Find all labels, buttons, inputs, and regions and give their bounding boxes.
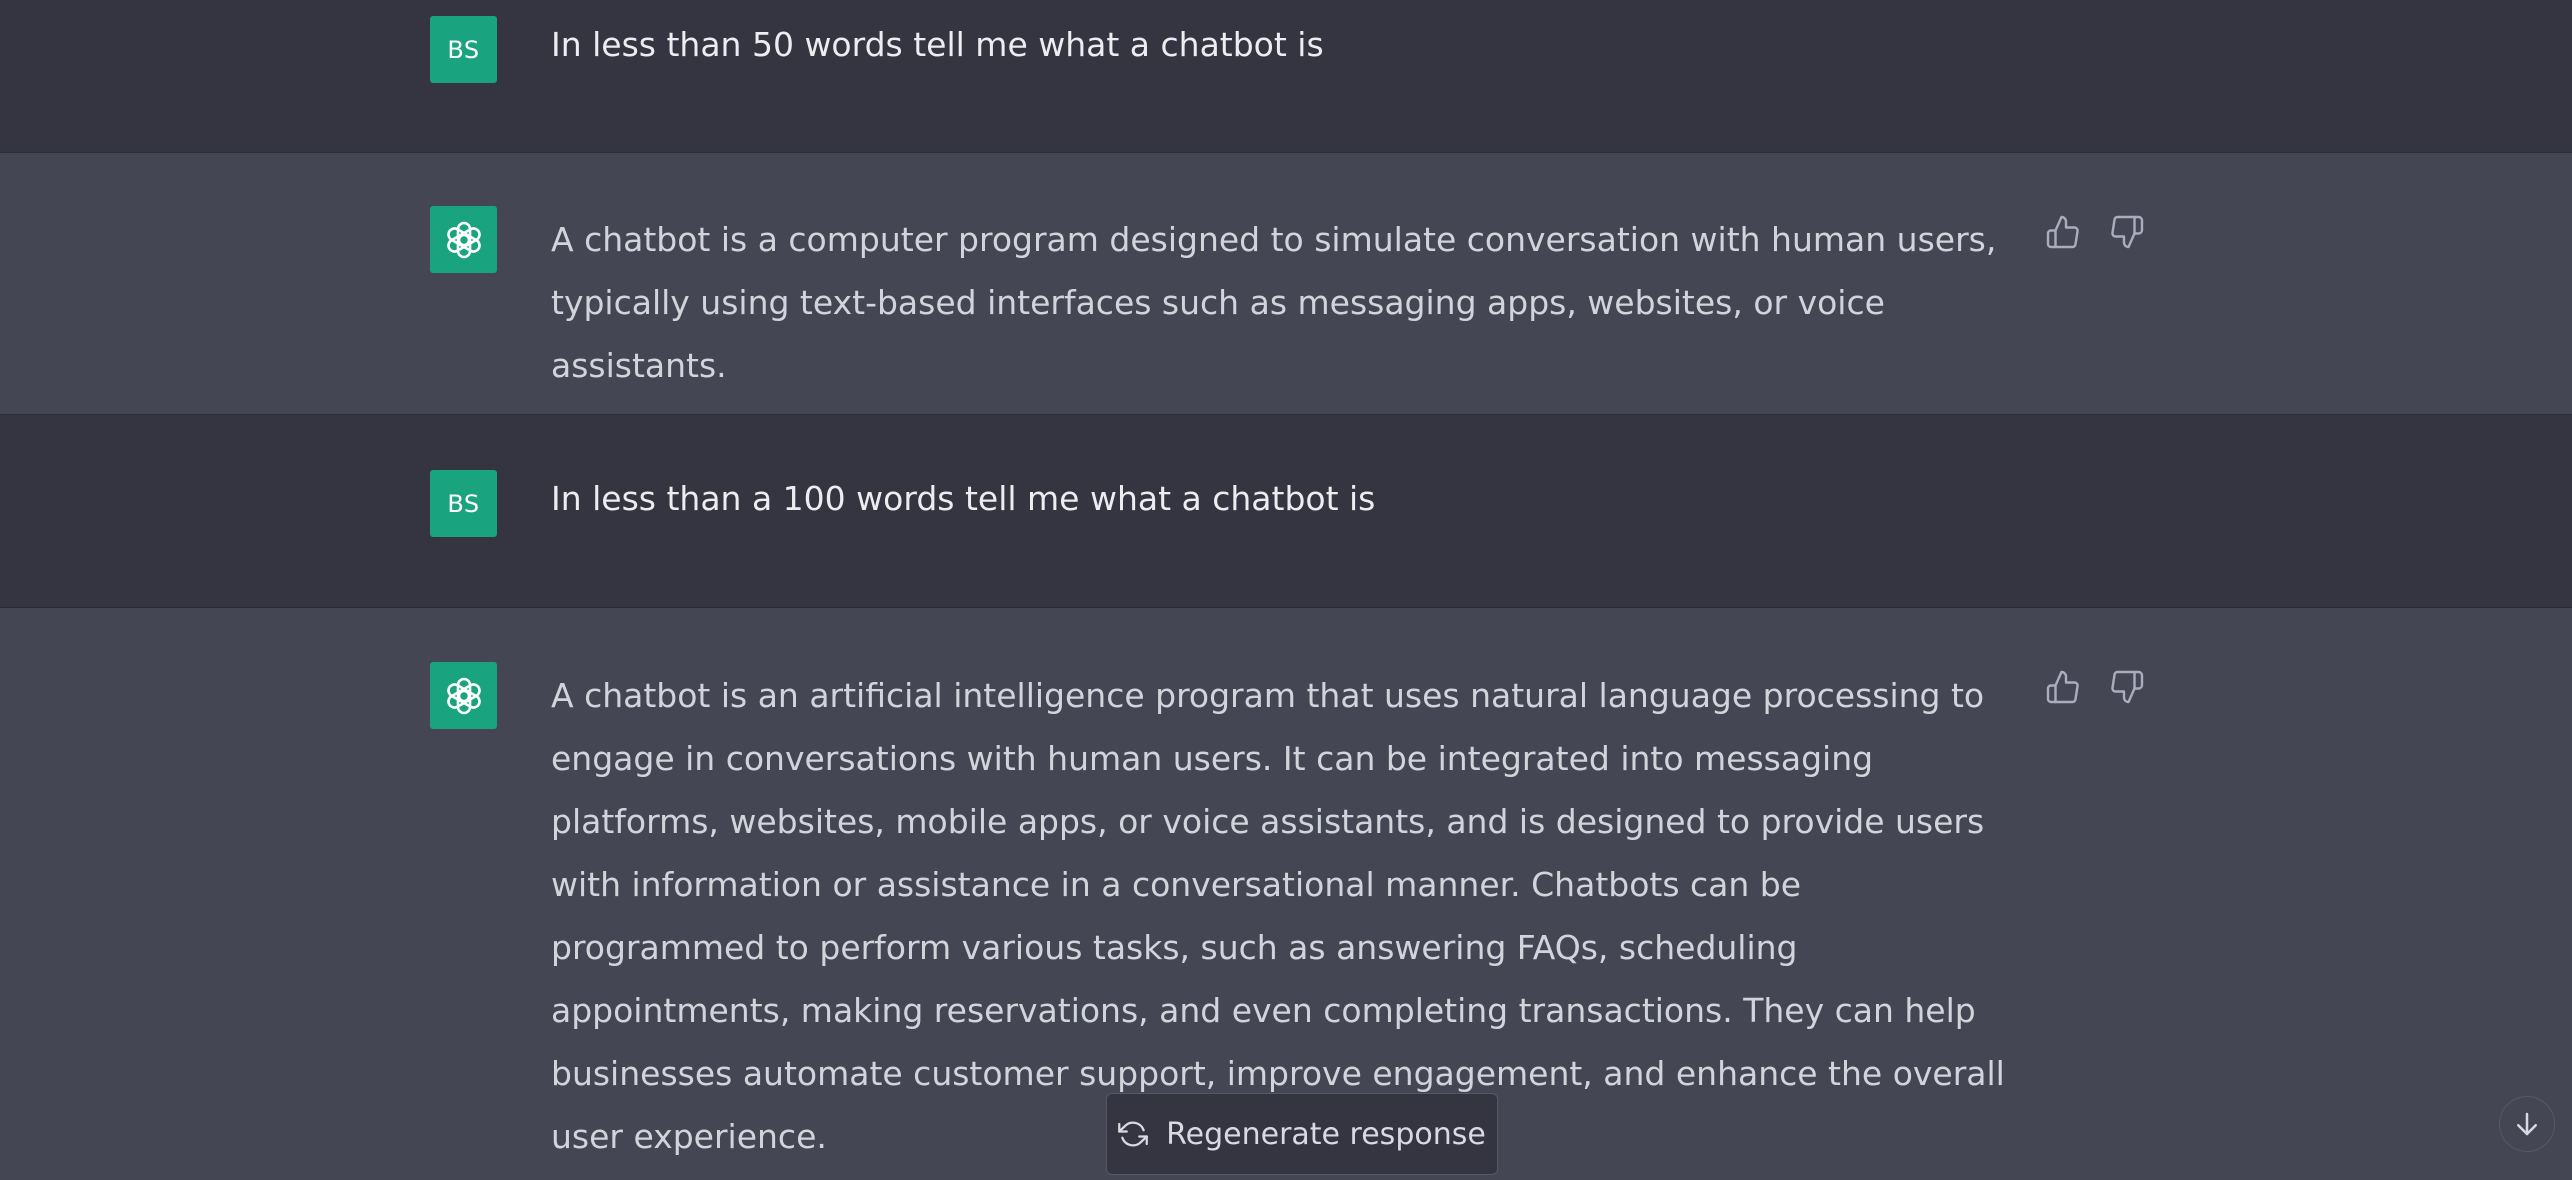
thumbs-up-icon: [2046, 215, 2079, 249]
scroll-to-bottom-button[interactable]: [2499, 1096, 2555, 1152]
thumbs-up-icon: [2046, 670, 2079, 704]
thumbs-down-button[interactable]: [2108, 668, 2146, 706]
user-avatar-initials: BS: [447, 35, 480, 64]
chat-app: BS In less than 50 words tell me what a …: [0, 0, 2572, 1180]
assistant-avatar: [430, 662, 497, 729]
user-message-1: BS In less than 50 words tell me what a …: [0, 0, 2572, 153]
openai-logo-icon: [446, 221, 481, 258]
user-message-text: In less than a 100 words tell me what a …: [551, 479, 1376, 518]
refresh-icon: [1118, 1121, 1149, 1147]
feedback-buttons: [2044, 213, 2146, 251]
arrow-down-icon: [2517, 1112, 2537, 1136]
user-message-text: In less than 50 words tell me what a cha…: [551, 25, 1324, 64]
feedback-buttons: [2044, 668, 2146, 706]
thumbs-down-icon: [2111, 215, 2144, 249]
regenerate-response-button[interactable]: Regenerate response: [1106, 1093, 1498, 1175]
openai-logo-icon: [446, 677, 481, 714]
thumbs-down-button[interactable]: [2108, 213, 2146, 251]
thumbs-down-icon: [2111, 670, 2144, 704]
thumbs-up-button[interactable]: [2044, 213, 2082, 251]
user-message-2: BS In less than a 100 words tell me what…: [0, 415, 2572, 608]
assistant-message-text: A chatbot is a computer program designed…: [551, 220, 1997, 385]
regenerate-response-label: Regenerate response: [1166, 1116, 1486, 1152]
user-avatar: BS: [430, 16, 497, 83]
thumbs-up-button[interactable]: [2044, 668, 2082, 706]
assistant-message-1: A chatbot is a computer program designed…: [0, 153, 2572, 415]
assistant-avatar: [430, 206, 497, 273]
user-avatar-initials: BS: [447, 489, 480, 518]
user-avatar: BS: [430, 470, 497, 537]
